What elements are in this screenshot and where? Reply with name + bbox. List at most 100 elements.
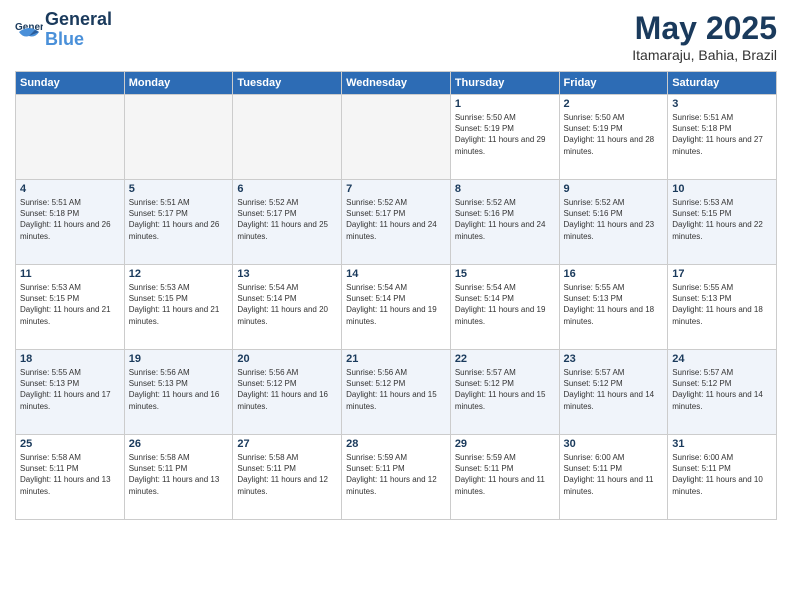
- calendar-cell: 7 Sunrise: 5:52 AMSunset: 5:17 PMDaylight…: [342, 180, 451, 265]
- day-number: 19: [129, 353, 229, 365]
- col-monday: Monday: [124, 72, 233, 95]
- day-info: Sunrise: 5:52 AMSunset: 5:17 PMDaylight:…: [346, 197, 446, 242]
- calendar-cell: 8Sunrise: 5:52 AMSunset: 5:16 PMDaylight…: [450, 180, 559, 265]
- day-info: Sunrise: 6:00 AMSunset: 5:11 PMDaylight:…: [672, 452, 772, 497]
- day-info: Sunrise: 5:55 AMSunset: 5:13 PMDaylight:…: [20, 367, 120, 412]
- calendar-cell: 24 Sunrise: 5:57 AMSunset: 5:12 PMDayligh…: [668, 350, 777, 435]
- day-info: Sunrise: 5:56 AMSunset: 5:13 PMDaylight:…: [129, 367, 229, 412]
- day-number: 17: [672, 268, 772, 280]
- day-number: 16: [564, 268, 664, 280]
- col-saturday: Saturday: [668, 72, 777, 95]
- day-number: 3: [672, 98, 772, 110]
- day-info: Sunrise: 5:55 AMSunset: 5:13 PMDaylight:…: [564, 282, 664, 327]
- header-row: Sunday Monday Tuesday Wednesday Thursday…: [16, 72, 777, 95]
- calendar-cell: 22 Sunrise: 5:57 AMSunset: 5:12 PMDayligh…: [450, 350, 559, 435]
- day-number: 29: [455, 438, 555, 450]
- day-number: 23: [564, 353, 664, 365]
- day-number: 11: [20, 268, 120, 280]
- calendar-cell: 30 Sunrise: 6:00 AMSunset: 5:11 PMDayligh…: [559, 435, 668, 520]
- calendar-cell: 15 Sunrise: 5:54 AMSunset: 5:14 PMDayligh…: [450, 265, 559, 350]
- day-info: Sunrise: 5:50 AMSunset: 5:19 PMDaylight:…: [455, 112, 555, 157]
- day-number: 21: [346, 353, 446, 365]
- page-container: General GeneralBlue May 2025 Itamaraju, …: [0, 0, 792, 530]
- col-friday: Friday: [559, 72, 668, 95]
- day-number: 25: [20, 438, 120, 450]
- day-info: Sunrise: 5:57 AMSunset: 5:12 PMDaylight:…: [672, 367, 772, 412]
- day-number: 24: [672, 353, 772, 365]
- col-thursday: Thursday: [450, 72, 559, 95]
- day-number: 8: [455, 183, 555, 195]
- subtitle: Itamaraju, Bahia, Brazil: [632, 47, 777, 63]
- calendar-cell: 20 Sunrise: 5:56 AMSunset: 5:12 PMDayligh…: [233, 350, 342, 435]
- calendar-cell: 10 Sunrise: 5:53 AMSunset: 5:15 PMDayligh…: [668, 180, 777, 265]
- header: General GeneralBlue May 2025 Itamaraju, …: [15, 10, 777, 63]
- month-title: May 2025: [632, 10, 777, 47]
- title-block: May 2025 Itamaraju, Bahia, Brazil: [632, 10, 777, 63]
- calendar-table: Sunday Monday Tuesday Wednesday Thursday…: [15, 71, 777, 520]
- logo: General GeneralBlue: [15, 10, 112, 50]
- day-number: 15: [455, 268, 555, 280]
- day-info: Sunrise: 5:54 AMSunset: 5:14 PMDaylight:…: [346, 282, 446, 327]
- day-number: 30: [564, 438, 664, 450]
- day-number: 27: [237, 438, 337, 450]
- calendar-cell: [124, 95, 233, 180]
- calendar-cell: 25 Sunrise: 5:58 AMSunset: 5:11 PMDayligh…: [16, 435, 125, 520]
- calendar-week-2: 4 Sunrise: 5:51 AMSunset: 5:18 PMDaylight…: [16, 180, 777, 265]
- calendar-cell: 23 Sunrise: 5:57 AMSunset: 5:12 PMDayligh…: [559, 350, 668, 435]
- day-number: 1: [455, 98, 555, 110]
- day-info: Sunrise: 5:58 AMSunset: 5:11 PMDaylight:…: [20, 452, 120, 497]
- day-info: Sunrise: 5:50 AMSunset: 5:19 PMDaylight:…: [564, 112, 664, 157]
- day-number: 4: [20, 183, 120, 195]
- day-info: Sunrise: 5:56 AMSunset: 5:12 PMDaylight:…: [237, 367, 337, 412]
- calendar-cell: 2Sunrise: 5:50 AMSunset: 5:19 PMDaylight…: [559, 95, 668, 180]
- calendar-cell: 14 Sunrise: 5:54 AMSunset: 5:14 PMDayligh…: [342, 265, 451, 350]
- day-number: 26: [129, 438, 229, 450]
- day-info: Sunrise: 5:53 AMSunset: 5:15 PMDaylight:…: [672, 197, 772, 242]
- day-info: Sunrise: 5:54 AMSunset: 5:14 PMDaylight:…: [455, 282, 555, 327]
- calendar-cell: 27Sunrise: 5:58 AMSunset: 5:11 PMDayligh…: [233, 435, 342, 520]
- day-number: 6: [237, 183, 337, 195]
- day-info: Sunrise: 5:53 AMSunset: 5:15 PMDaylight:…: [129, 282, 229, 327]
- calendar-cell: 18Sunrise: 5:55 AMSunset: 5:13 PMDayligh…: [16, 350, 125, 435]
- logo-icon: General: [15, 16, 43, 44]
- calendar-cell: 28Sunrise: 5:59 AMSunset: 5:11 PMDayligh…: [342, 435, 451, 520]
- calendar-cell: 21 Sunrise: 5:56 AMSunset: 5:12 PMDayligh…: [342, 350, 451, 435]
- day-info: Sunrise: 5:57 AMSunset: 5:12 PMDaylight:…: [455, 367, 555, 412]
- day-number: 9: [564, 183, 664, 195]
- calendar-cell: [233, 95, 342, 180]
- calendar-week-3: 11 Sunrise: 5:53 AMSunset: 5:15 PMDayligh…: [16, 265, 777, 350]
- col-wednesday: Wednesday: [342, 72, 451, 95]
- calendar-cell: 29 Sunrise: 5:59 AMSunset: 5:11 PMDayligh…: [450, 435, 559, 520]
- calendar-cell: 4 Sunrise: 5:51 AMSunset: 5:18 PMDaylight…: [16, 180, 125, 265]
- day-number: 5: [129, 183, 229, 195]
- day-info: Sunrise: 5:57 AMSunset: 5:12 PMDaylight:…: [564, 367, 664, 412]
- day-number: 10: [672, 183, 772, 195]
- day-number: 22: [455, 353, 555, 365]
- col-sunday: Sunday: [16, 72, 125, 95]
- day-info: Sunrise: 5:52 AMSunset: 5:16 PMDaylight:…: [564, 197, 664, 242]
- day-number: 13: [237, 268, 337, 280]
- day-info: Sunrise: 5:51 AMSunset: 5:18 PMDaylight:…: [20, 197, 120, 242]
- calendar-cell: 31 Sunrise: 6:00 AMSunset: 5:11 PMDayligh…: [668, 435, 777, 520]
- day-info: Sunrise: 6:00 AMSunset: 5:11 PMDaylight:…: [564, 452, 664, 497]
- calendar-cell: 26Sunrise: 5:58 AMSunset: 5:11 PMDayligh…: [124, 435, 233, 520]
- day-info: Sunrise: 5:54 AMSunset: 5:14 PMDaylight:…: [237, 282, 337, 327]
- calendar-cell: 13 Sunrise: 5:54 AMSunset: 5:14 PMDayligh…: [233, 265, 342, 350]
- calendar-cell: 12Sunrise: 5:53 AMSunset: 5:15 PMDayligh…: [124, 265, 233, 350]
- calendar-week-4: 18Sunrise: 5:55 AMSunset: 5:13 PMDayligh…: [16, 350, 777, 435]
- day-number: 7: [346, 183, 446, 195]
- day-info: Sunrise: 5:53 AMSunset: 5:15 PMDaylight:…: [20, 282, 120, 327]
- day-number: 14: [346, 268, 446, 280]
- calendar-cell: 16 Sunrise: 5:55 AMSunset: 5:13 PMDayligh…: [559, 265, 668, 350]
- day-number: 20: [237, 353, 337, 365]
- day-info: Sunrise: 5:56 AMSunset: 5:12 PMDaylight:…: [346, 367, 446, 412]
- calendar-week-5: 25 Sunrise: 5:58 AMSunset: 5:11 PMDayligh…: [16, 435, 777, 520]
- calendar-cell: 1 Sunrise: 5:50 AMSunset: 5:19 PMDaylight…: [450, 95, 559, 180]
- day-info: Sunrise: 5:59 AMSunset: 5:11 PMDaylight:…: [455, 452, 555, 497]
- calendar-cell: 9 Sunrise: 5:52 AMSunset: 5:16 PMDaylight…: [559, 180, 668, 265]
- calendar-cell: 19 Sunrise: 5:56 AMSunset: 5:13 PMDayligh…: [124, 350, 233, 435]
- calendar-cell: 6Sunrise: 5:52 AMSunset: 5:17 PMDaylight…: [233, 180, 342, 265]
- logo-text: GeneralBlue: [45, 10, 112, 50]
- calendar-cell: 5Sunrise: 5:51 AMSunset: 5:17 PMDaylight…: [124, 180, 233, 265]
- day-number: 31: [672, 438, 772, 450]
